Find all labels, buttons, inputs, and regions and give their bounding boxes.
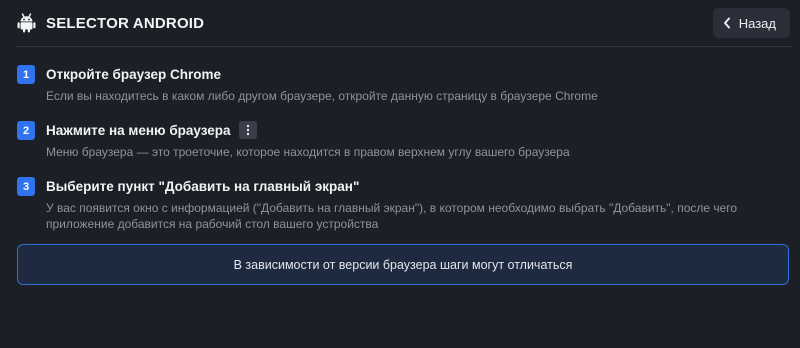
back-button[interactable]: Назад: [712, 8, 790, 38]
step-number-badge: 3: [17, 177, 35, 196]
step-2: 2 Нажмите на меню браузера Меню браузера…: [17, 118, 791, 160]
step-number-badge: 2: [17, 121, 35, 140]
steps-list: 1 Откройте браузер Chrome Если вы находи…: [17, 62, 791, 246]
step-body: Нажмите на меню браузера Меню браузера —…: [46, 118, 791, 160]
step-title: Откройте браузер Chrome: [46, 62, 791, 86]
step-title-text: Нажмите на меню браузера: [46, 122, 231, 138]
step-title-text: Откройте браузер Chrome: [46, 66, 221, 82]
notice-text: В зависимости от версии браузера шаги мо…: [233, 257, 573, 272]
brand: SELECTOR ANDROID: [17, 13, 204, 33]
kebab-menu-icon: [238, 121, 257, 139]
step-body: Выберите пункт "Добавить на главный экра…: [46, 174, 791, 232]
chevron-left-icon: [723, 17, 731, 29]
back-button-label: Назад: [738, 15, 776, 31]
step-title-text: Выберите пункт "Добавить на главный экра…: [46, 178, 360, 194]
header: SELECTOR ANDROID Назад: [17, 0, 791, 47]
app-title: SELECTOR ANDROID: [46, 14, 205, 32]
step-3: 3 Выберите пункт "Добавить на главный эк…: [17, 174, 791, 232]
android-icon: [17, 13, 36, 33]
step-title: Выберите пункт "Добавить на главный экра…: [46, 174, 791, 198]
step-number-badge: 1: [17, 65, 35, 84]
step-description: У вас появится окно с информацией ("Доба…: [46, 201, 738, 231]
step-title: Нажмите на меню браузера: [46, 118, 791, 142]
notice-banner: В зависимости от версии браузера шаги мо…: [17, 244, 789, 285]
step-description: Меню браузера — это троеточие, которое н…: [46, 145, 570, 159]
step-description: Если вы находитесь в каком либо другом б…: [46, 89, 598, 103]
step-body: Откройте браузер Chrome Если вы находите…: [46, 62, 791, 104]
step-1: 1 Откройте браузер Chrome Если вы находи…: [17, 62, 791, 104]
